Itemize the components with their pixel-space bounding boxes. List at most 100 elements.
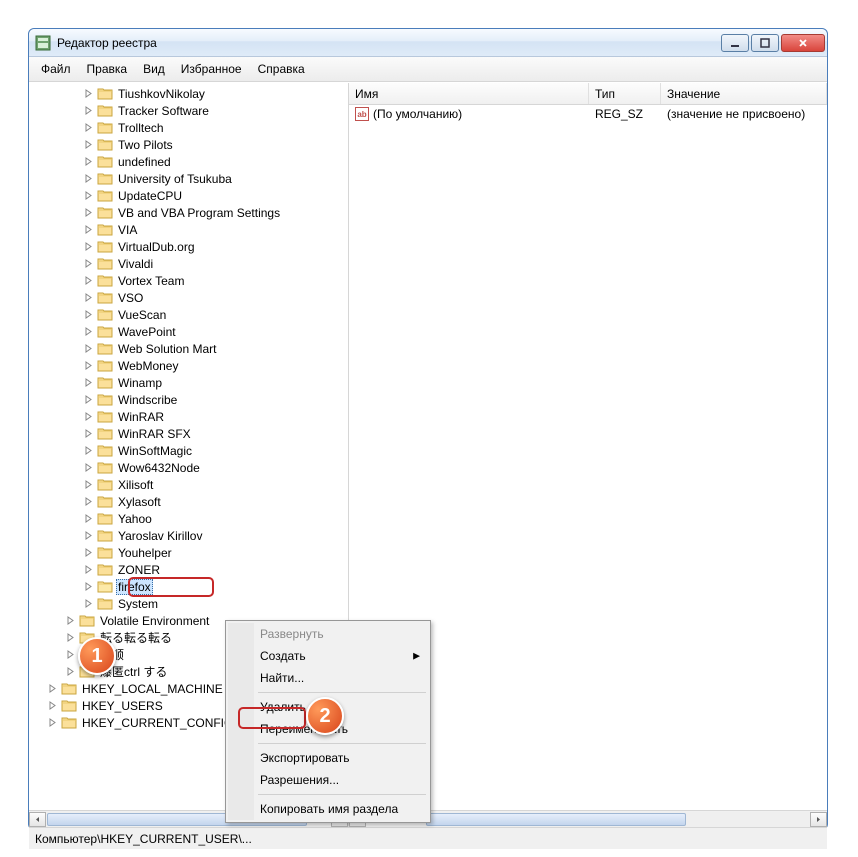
ctx-copy-key-name[interactable]: Копировать имя раздела — [228, 798, 428, 820]
expander-icon[interactable] — [83, 207, 94, 218]
expander-icon[interactable] — [83, 105, 94, 116]
expander-icon[interactable] — [83, 513, 94, 524]
tree-item[interactable]: Wow6432Node — [83, 459, 348, 476]
expander-icon[interactable] — [47, 683, 58, 694]
expander-icon[interactable] — [83, 581, 94, 592]
menu-file[interactable]: Файл — [33, 60, 79, 78]
expander-icon[interactable] — [83, 377, 94, 388]
tree-item[interactable]: Vortex Team — [83, 272, 348, 289]
expander-icon[interactable] — [65, 666, 76, 677]
expander-icon[interactable] — [83, 258, 94, 269]
expander-icon[interactable] — [83, 530, 94, 541]
list-row[interactable]: ab (По умолчанию) REG_SZ (значение не пр… — [349, 105, 827, 123]
expander-icon[interactable] — [83, 428, 94, 439]
expander-icon[interactable] — [83, 292, 94, 303]
tree-item[interactable]: WebMoney — [83, 357, 348, 374]
tree-item[interactable]: TiushkovNikolay — [83, 85, 348, 102]
folder-icon — [97, 87, 113, 100]
expander-icon[interactable] — [83, 343, 94, 354]
tree-item[interactable]: Windscribe — [83, 391, 348, 408]
expander-icon[interactable] — [83, 564, 94, 575]
ctx-export[interactable]: Экспортировать — [228, 747, 428, 769]
expander-icon[interactable] — [83, 122, 94, 133]
expander-icon[interactable] — [83, 309, 94, 320]
tree-item[interactable]: WinSoftMagic — [83, 442, 348, 459]
expander-icon[interactable] — [83, 173, 94, 184]
folder-icon — [79, 614, 95, 627]
menu-favorites[interactable]: Избранное — [173, 60, 250, 78]
tree-item[interactable]: undefined — [83, 153, 348, 170]
titlebar[interactable]: Редактор реестра — [29, 29, 827, 57]
ctx-find[interactable]: Найти... — [228, 667, 428, 689]
expander-icon[interactable] — [65, 649, 76, 660]
expander-icon[interactable] — [83, 394, 94, 405]
expander-icon[interactable] — [83, 496, 94, 507]
expander-icon[interactable] — [47, 717, 58, 728]
menu-view[interactable]: Вид — [135, 60, 173, 78]
expander-icon[interactable] — [83, 139, 94, 150]
expander-icon[interactable] — [83, 224, 94, 235]
tree-item[interactable]: Trolltech — [83, 119, 348, 136]
separator — [258, 743, 426, 744]
tree-item[interactable]: WinRAR SFX — [83, 425, 348, 442]
tree-label: Youhelper — [116, 546, 174, 560]
expander-icon[interactable] — [83, 445, 94, 456]
col-name[interactable]: Имя — [349, 83, 589, 104]
expander-icon[interactable] — [83, 547, 94, 558]
tree-item[interactable]: VB and VBA Program Settings — [83, 204, 348, 221]
expander-icon[interactable] — [83, 190, 94, 201]
tree-item[interactable]: WavePoint — [83, 323, 348, 340]
tree-item[interactable]: Xilisoft — [83, 476, 348, 493]
expander-icon[interactable] — [83, 411, 94, 422]
tree-item[interactable]: UpdateCPU — [83, 187, 348, 204]
tree-label: VIA — [116, 223, 139, 237]
menu-help[interactable]: Справка — [250, 60, 313, 78]
scroll-right-button[interactable] — [810, 812, 827, 827]
tree-item[interactable]: VIA — [83, 221, 348, 238]
maximize-button[interactable] — [751, 34, 779, 52]
tree-label: HKEY_USERS — [80, 699, 165, 713]
tree-item[interactable]: Youhelper — [83, 544, 348, 561]
tree-item[interactable]: Yahoo — [83, 510, 348, 527]
tree-item[interactable]: Two Pilots — [83, 136, 348, 153]
ctx-permissions[interactable]: Разрешения... — [228, 769, 428, 791]
tree-item[interactable]: University of Tsukuba — [83, 170, 348, 187]
expander-icon[interactable] — [83, 241, 94, 252]
tree-item[interactable]: Winamp — [83, 374, 348, 391]
tree-item[interactable]: Yaroslav Kirillov — [83, 527, 348, 544]
tree-item[interactable]: firefox — [83, 578, 348, 595]
expander-icon[interactable] — [83, 156, 94, 167]
tree-item[interactable]: Web Solution Mart — [83, 340, 348, 357]
expander-icon[interactable] — [83, 462, 94, 473]
expander-icon[interactable] — [83, 88, 94, 99]
tree-item[interactable]: VSO — [83, 289, 348, 306]
tree-item[interactable]: System — [83, 595, 348, 612]
close-button[interactable] — [781, 34, 825, 52]
tree-label: VSO — [116, 291, 145, 305]
tree-item[interactable]: Vivaldi — [83, 255, 348, 272]
expander-icon[interactable] — [83, 360, 94, 371]
expander-icon[interactable] — [83, 326, 94, 337]
col-type[interactable]: Тип — [589, 83, 661, 104]
menu-edit[interactable]: Правка — [79, 60, 136, 78]
tree-item[interactable]: Tracker Software — [83, 102, 348, 119]
scroll-left-button[interactable] — [29, 812, 46, 827]
expander-icon[interactable] — [83, 598, 94, 609]
expander-icon[interactable] — [65, 615, 76, 626]
menubar: Файл Правка Вид Избранное Справка — [29, 57, 827, 82]
minimize-button[interactable] — [721, 34, 749, 52]
tree-item[interactable]: VirtualDub.org — [83, 238, 348, 255]
ctx-expand[interactable]: Развернуть — [228, 623, 428, 645]
tree-item[interactable]: ZONER — [83, 561, 348, 578]
ctx-create[interactable]: Создать▶ — [228, 645, 428, 667]
tree-item[interactable]: Xylasoft — [83, 493, 348, 510]
col-value[interactable]: Значение — [661, 83, 827, 104]
tree-item[interactable]: VueScan — [83, 306, 348, 323]
tree-item[interactable]: WinRAR — [83, 408, 348, 425]
expander-icon[interactable] — [83, 275, 94, 286]
expander-icon[interactable] — [47, 700, 58, 711]
expander-icon[interactable] — [83, 479, 94, 490]
expander-icon[interactable] — [65, 632, 76, 643]
folder-icon — [97, 359, 113, 372]
tree-label: Winamp — [116, 376, 164, 390]
